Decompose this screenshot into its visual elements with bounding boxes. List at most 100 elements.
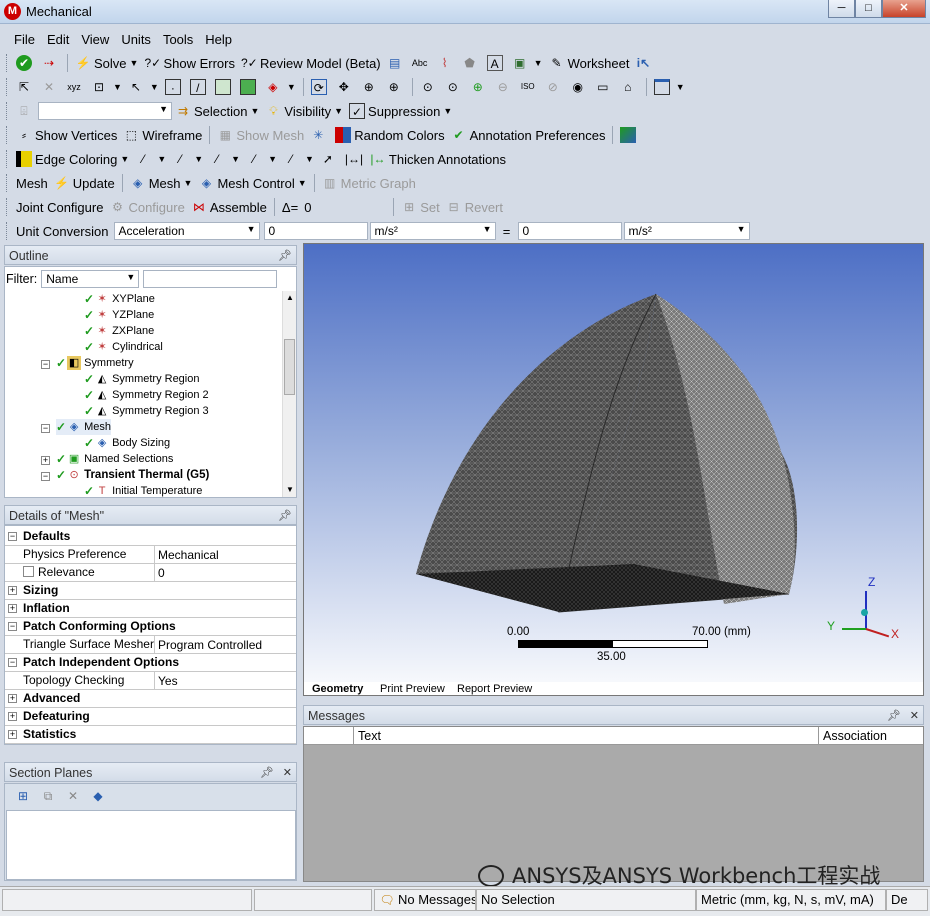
new-chart-button[interactable]: ⌇ (434, 52, 459, 74)
edge-display-x-menu[interactable]: ⁄ ▼ (280, 148, 317, 170)
menu-edit[interactable]: Edit (41, 32, 75, 47)
tree-item-xyplane[interactable]: ✓ ✶ XYPlane (84, 291, 155, 307)
viewports-button[interactable]: ▼ (651, 76, 688, 98)
metric-graph-button[interactable]: ▥ Metric Graph (319, 172, 419, 194)
annotation-preferences-button[interactable]: ✔ Annotation Preferences (448, 124, 609, 146)
tree-item-named-selections[interactable]: ✓ ▣ Named Selections (56, 451, 173, 467)
select-body-button[interactable] (237, 76, 262, 98)
prop-relevance[interactable]: Relevance 0 (5, 563, 296, 582)
input-value-field[interactable]: 0 (263, 222, 368, 240)
expand-icon[interactable]: + (8, 712, 17, 721)
group-defaults[interactable]: − Defaults (5, 528, 296, 546)
edge-direction-button[interactable]: ➚ (317, 148, 342, 170)
outline-scrollbar[interactable]: ▲ ▼ (282, 291, 296, 497)
new-comment-button[interactable]: ▤ (384, 52, 409, 74)
workflow-button[interactable]: ⇢ (38, 52, 63, 74)
edge-display-2-menu[interactable]: ⁄ ▼ (206, 148, 243, 170)
edit-section-plane-icon[interactable]: ⧉ (40, 788, 56, 804)
scroll-thumb[interactable] (284, 339, 295, 395)
column-association[interactable]: Association (819, 727, 923, 745)
minimize-button[interactable]: ─ (828, 0, 855, 18)
scroll-up-icon[interactable]: ▲ (286, 293, 294, 302)
column-text[interactable]: Text (354, 727, 819, 745)
show-plane-icon[interactable]: ◆ (90, 788, 106, 804)
expand-icon[interactable]: + (41, 456, 50, 465)
close-button[interactable]: ✕ (882, 0, 926, 18)
filter-select[interactable]: Name ▼ (41, 270, 140, 288)
delta-value[interactable]: 0 (301, 196, 389, 218)
chevron-down-icon[interactable]: ▼ (534, 58, 543, 68)
tree-item-body-sizing[interactable]: ✓ ◈ Body Sizing (84, 435, 170, 451)
menu-help[interactable]: Help (199, 32, 238, 47)
explode-view-button[interactable] (617, 124, 642, 146)
solve-button[interactable]: ⚡ Solve ▼ (72, 52, 141, 74)
scroll-down-icon[interactable]: ▼ (286, 485, 294, 494)
tree-item-transient-thermal[interactable]: ✓ ⊙ Transient Thermal (G5) (56, 467, 209, 483)
collapse-icon[interactable]: − (8, 532, 17, 541)
new-section-plane-icon[interactable]: ⊞ (15, 788, 31, 804)
print-button[interactable]: ▭ (592, 76, 617, 98)
pin-icon[interactable]: 📌︎ (887, 709, 901, 722)
messages-grid[interactable]: Text Association (303, 726, 924, 882)
selection-menu[interactable]: ⇉ Selection ▼ (172, 100, 262, 122)
select-face-button[interactable] (212, 76, 237, 98)
assemble-button[interactable]: ⋈ Assemble (188, 196, 270, 218)
expand-icon[interactable]: + (8, 586, 17, 595)
tree-item-symmetry-region-2[interactable]: ✓ ◭ Symmetry Region 2 (84, 387, 209, 403)
wireframe-button[interactable]: ⬚ Wireframe (120, 124, 205, 146)
tree-item-symmetry-region-3[interactable]: ✓ ◭ Symmetry Region 3 (84, 403, 209, 419)
graphics-viewport[interactable]: 0.00 70.00 (mm) 35.00 Z X Y (303, 243, 924, 683)
tab-report-preview[interactable]: Report Preview (451, 682, 538, 696)
select-filter-button[interactable]: ◈ ▼ (262, 76, 299, 98)
review-model-button[interactable]: ?✓ Review Model (Beta) (238, 52, 384, 74)
section-planes-list[interactable] (6, 810, 296, 880)
named-selection-button[interactable]: ⌹ (13, 100, 38, 122)
info-cursor-button[interactable]: i↖ (632, 52, 657, 74)
tree-item-zxplane[interactable]: ✓ ✶ ZXPlane (84, 323, 154, 339)
magnifier-button[interactable]: ⊕ (467, 76, 492, 98)
tree-item-symmetry[interactable]: ✓ ◧ Symmetry (56, 355, 134, 371)
probe-button[interactable]: ⬟ (459, 52, 484, 74)
prop-topology-checking[interactable]: Topology Checking Yes (5, 671, 296, 690)
show-mesh-button[interactable]: ▦ Show Mesh (214, 124, 307, 146)
quantity-select[interactable]: Acceleration ▼ (113, 222, 260, 240)
edge-coloring-menu[interactable]: Edge Coloring ▼ (13, 148, 132, 170)
group-patch-conforming[interactable]: − Patch Conforming Options (5, 618, 296, 636)
collapse-icon[interactable]: − (8, 658, 17, 667)
triad-button[interactable]: ✳ (307, 124, 332, 146)
group-advanced[interactable]: + Advanced (5, 690, 296, 708)
edge-display-3-menu[interactable]: ⁄ ▼ (243, 148, 280, 170)
tag-button[interactable]: ⌂ (617, 76, 642, 98)
select-edge-button[interactable]: / (187, 76, 212, 98)
filter-search-input[interactable] (143, 270, 278, 288)
menu-units[interactable]: Units (115, 32, 157, 47)
output-unit-select[interactable]: m/s² ▼ (623, 222, 750, 240)
mesh-control-menu[interactable]: ◈ Mesh Control ▼ (195, 172, 309, 194)
extend-select-button[interactable]: ✕ (38, 76, 63, 98)
random-colors-button[interactable]: Random Colors (332, 124, 447, 146)
prop-triangle-surface-mesher[interactable]: Triangle Surface Mesher Program Controlle… (5, 635, 296, 654)
expand-icon[interactable]: + (8, 694, 17, 703)
units-status[interactable]: Metric (mm, kg, N, s, mV, mA) (696, 889, 886, 911)
show-errors-button[interactable]: ?✓ Show Errors (141, 52, 238, 74)
visibility-menu[interactable]: 💡︎ Visibility ▼ (262, 100, 346, 122)
group-patch-independent[interactable]: − Patch Independent Options (5, 654, 296, 672)
previous-view-button[interactable]: ⊖ (492, 76, 517, 98)
collapse-icon[interactable]: − (41, 360, 50, 369)
tree-item-symmetry-region[interactable]: ✓ ◭ Symmetry Region (84, 371, 199, 387)
pan-button[interactable]: ✥ (333, 76, 358, 98)
show-vertices-button[interactable]: ⸗ Show Vertices (13, 124, 120, 146)
menu-file[interactable]: File (8, 32, 41, 47)
expand-icon[interactable]: + (8, 730, 17, 739)
group-defeaturing[interactable]: + Defeaturing (5, 708, 296, 726)
update-button[interactable]: ⚡ Update (51, 172, 118, 194)
edge-display-0-menu[interactable]: ⁄ ▼ (132, 148, 169, 170)
select-vertex-button[interactable]: · (162, 76, 187, 98)
group-statistics[interactable]: + Statistics (5, 726, 296, 744)
edge-display-1-menu[interactable]: ⁄ ▼ (169, 148, 206, 170)
rotate-button[interactable]: ⟳ (308, 76, 333, 98)
iso-view-button[interactable]: ISO (517, 76, 542, 98)
collapse-icon[interactable]: − (41, 424, 50, 433)
parameter-checkbox[interactable] (23, 565, 34, 577)
pin-icon[interactable]: 📌︎ (260, 766, 274, 779)
